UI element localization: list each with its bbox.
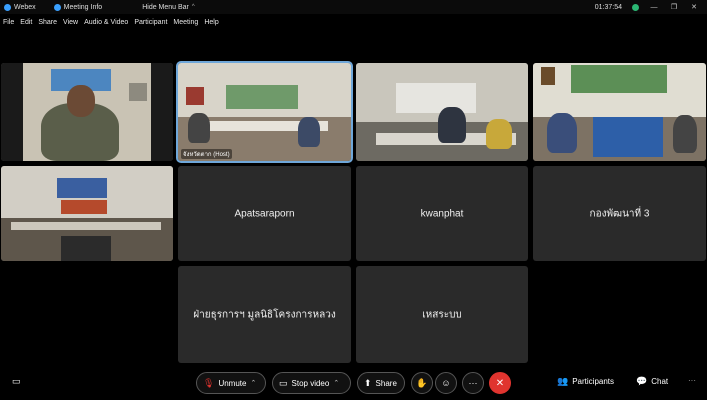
hand-icon: ✋ xyxy=(416,377,428,388)
video-tile-host[interactable]: จังหวัดตาก (Host) xyxy=(176,61,353,163)
info-icon xyxy=(53,3,61,11)
menu-participant[interactable]: Participant xyxy=(134,19,167,26)
hide-menu-bar-label: Hide Menu Bar xyxy=(142,3,189,11)
video-feed xyxy=(178,63,351,161)
webex-logo-icon xyxy=(4,3,11,11)
raise-hand-button[interactable]: ✋ xyxy=(411,372,433,394)
menu-view[interactable]: View xyxy=(63,19,78,26)
leave-meeting-button[interactable]: ✕ xyxy=(489,372,511,394)
video-feed xyxy=(1,166,173,261)
menu-share[interactable]: Share xyxy=(38,19,57,26)
connection-status-icon xyxy=(632,3,639,11)
more-options-button[interactable]: ··· xyxy=(462,372,484,394)
more-panels-button[interactable]: ··· xyxy=(688,376,696,385)
people-icon: 👥 xyxy=(557,376,569,386)
reactions-button[interactable]: ☺ xyxy=(435,372,457,394)
participant-name: Apatsaraporn xyxy=(234,208,295,219)
menu-help[interactable]: Help xyxy=(204,19,218,26)
chat-label: Chat xyxy=(651,377,669,386)
more-icon: ··· xyxy=(468,378,478,388)
menu-edit[interactable]: Edit xyxy=(20,19,32,26)
host-label: จังหวัดตาก (Host) xyxy=(181,149,232,159)
share-label: Share xyxy=(375,378,397,388)
participants-label: Participants xyxy=(572,377,615,386)
video-tile-office[interactable] xyxy=(356,63,528,161)
participant-tile-system[interactable]: เหสระบบ xyxy=(356,266,528,363)
maximize-icon[interactable]: ❐ xyxy=(669,3,679,11)
share-icon: ⬆ xyxy=(364,377,372,388)
chevron-up-icon[interactable]: ⌃ xyxy=(250,379,256,387)
chevron-up-icon[interactable]: ⌃ xyxy=(333,379,339,387)
close-icon: ✕ xyxy=(495,377,505,389)
smiley-icon: ☺ xyxy=(441,378,451,388)
webex-app[interactable]: Webex xyxy=(4,3,36,11)
participant-name: กองพัฒนาที่ 3 xyxy=(589,208,650,219)
video-feed xyxy=(1,63,173,161)
participant-name: kwanphat xyxy=(420,208,464,219)
close-icon[interactable]: ✕ xyxy=(689,3,699,11)
chat-bubble-icon: 💬 xyxy=(636,376,648,386)
app-name: Webex xyxy=(14,3,36,11)
share-button[interactable]: ⬆ Share xyxy=(357,372,405,394)
video-tile-hall[interactable] xyxy=(1,166,173,261)
meeting-controls: ▭ 🎙 Unmute ⌃ ▭ Stop video ⌃ ⬆ Share ✋ ☺ … xyxy=(0,372,707,396)
ellipsis-icon: ··· xyxy=(688,376,696,385)
meeting-info-label: Meeting Info xyxy=(63,3,103,11)
camera-icon: ▭ xyxy=(279,377,288,388)
chat-button[interactable]: 💬 Chat xyxy=(636,376,668,387)
participants-button[interactable]: 👥 Participants xyxy=(557,376,614,387)
video-tile-meeting-room[interactable] xyxy=(533,63,706,161)
captions-button[interactable]: ▭ xyxy=(12,376,21,387)
title-bar: Webex Meeting Info Hide Menu Bar ^ 01:37… xyxy=(0,0,707,14)
video-tile-officer[interactable] xyxy=(1,63,173,161)
unmute-button[interactable]: 🎙 Unmute ⌃ xyxy=(196,372,266,394)
stop-video-button[interactable]: ▭ Stop video ⌃ xyxy=(272,372,351,394)
meeting-time: 01:37:54 xyxy=(594,3,622,11)
menu-bar: File Edit Share View Audio & Video Parti… xyxy=(0,15,707,29)
participant-tile-apatsaraporn[interactable]: Apatsaraporn xyxy=(178,166,351,261)
meeting-info-button[interactable]: Meeting Info xyxy=(53,3,103,11)
participant-name: ฝ่ายธุรการฯ มูลนิธิโครงการหลวง xyxy=(193,309,336,320)
video-feed xyxy=(356,63,528,161)
unmute-label: Unmute xyxy=(218,378,247,388)
menu-audio-video[interactable]: Audio & Video xyxy=(84,19,128,26)
participant-tile-royal-project[interactable]: ฝ่ายธุรการฯ มูลนิธิโครงการหลวง xyxy=(178,266,351,363)
hide-menu-bar-button[interactable]: Hide Menu Bar ^ xyxy=(142,4,195,11)
captions-icon: ▭ xyxy=(12,376,21,386)
participant-name: เหสระบบ xyxy=(422,309,462,320)
minimize-icon[interactable]: — xyxy=(649,4,659,11)
participant-tile-kwanphat[interactable]: kwanphat xyxy=(356,166,528,261)
chevron-up-icon: ^ xyxy=(191,4,195,10)
menu-file[interactable]: File xyxy=(3,19,14,26)
participant-tile-development-3[interactable]: กองพัฒนาที่ 3 xyxy=(533,166,706,261)
stop-video-label: Stop video xyxy=(291,378,330,388)
mic-muted-icon: 🎙 xyxy=(203,377,215,388)
video-feed xyxy=(533,63,706,161)
menu-meeting[interactable]: Meeting xyxy=(173,19,198,26)
